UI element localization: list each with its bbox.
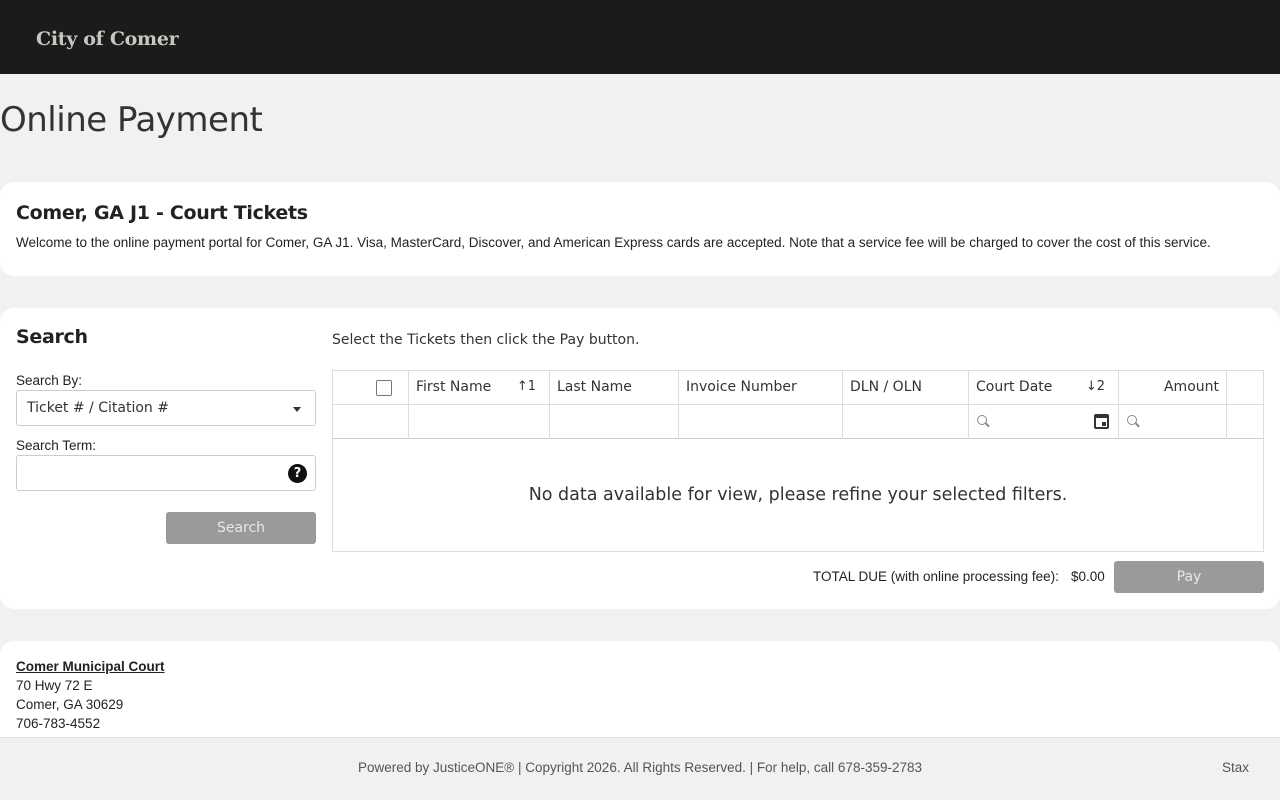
sort-asc-indicator: ↑1 bbox=[516, 379, 536, 394]
court-name-link[interactable]: Comer Municipal Court bbox=[16, 659, 165, 674]
filter-cell-select bbox=[333, 405, 409, 439]
search-by-select[interactable]: Ticket # / Citation # bbox=[16, 390, 316, 426]
intro-card: Comer, GA J1 - Court Tickets Welcome to … bbox=[0, 182, 1280, 276]
select-all-checkbox[interactable] bbox=[376, 380, 392, 396]
search-title: Search bbox=[16, 326, 88, 348]
column-label: Amount bbox=[1163, 379, 1219, 395]
top-bar: City of Comer bbox=[0, 0, 1280, 74]
tickets-grid: First Name ↑1 Last Name Invoice Number D… bbox=[332, 370, 1264, 552]
column-label: Court Date bbox=[976, 379, 1053, 395]
brand-logo-text[interactable]: City of Comer bbox=[36, 28, 179, 50]
search-by-label: Search By: bbox=[16, 373, 83, 388]
search-term-input[interactable]: ? bbox=[16, 455, 316, 491]
grid-filter-row bbox=[333, 405, 1263, 439]
column-header-spacer bbox=[1227, 371, 1263, 405]
payment-card: Search Search By: Ticket # / Citation # … bbox=[0, 308, 1280, 609]
page-title: Online Payment bbox=[0, 100, 263, 140]
footer: Powered by JusticeONE® | Copyright 2026.… bbox=[0, 737, 1280, 800]
intro-text: Welcome to the online payment portal for… bbox=[16, 235, 1211, 250]
search-icon bbox=[977, 415, 987, 425]
column-header-dln-oln[interactable]: DLN / OLN bbox=[843, 371, 969, 405]
filter-cell-spacer bbox=[1227, 405, 1263, 439]
total-due-value: $0.00 bbox=[1071, 569, 1105, 584]
column-label: DLN / OLN bbox=[850, 379, 922, 395]
column-label: Invoice Number bbox=[686, 379, 797, 395]
filter-amount[interactable] bbox=[1119, 405, 1227, 439]
court-address-line1: 70 Hwy 72 E bbox=[16, 678, 93, 693]
column-header-first-name[interactable]: First Name ↑1 bbox=[409, 371, 550, 405]
question-circle-icon[interactable]: ? bbox=[288, 464, 307, 483]
caret-down-icon bbox=[293, 407, 301, 412]
court-phone: 706-783-4552 bbox=[16, 716, 101, 731]
search-button[interactable]: Search bbox=[166, 512, 316, 544]
select-all-cell bbox=[333, 371, 409, 405]
empty-state-message: No data available for view, please refin… bbox=[528, 485, 1068, 505]
filter-invoice-number[interactable] bbox=[679, 405, 843, 439]
footer-text: Powered by JusticeONE® | Copyright 2026.… bbox=[358, 760, 922, 775]
sort-desc-indicator: ↓2 bbox=[1085, 379, 1105, 394]
calendar-icon[interactable] bbox=[1094, 414, 1109, 429]
column-header-amount[interactable]: Amount bbox=[1119, 371, 1227, 405]
search-by-value: Ticket # / Citation # bbox=[27, 400, 169, 416]
filter-dln-oln[interactable] bbox=[843, 405, 969, 439]
filter-first-name[interactable] bbox=[409, 405, 550, 439]
filter-court-date[interactable] bbox=[969, 405, 1119, 439]
court-address-line2: Comer, GA 30629 bbox=[16, 697, 124, 712]
grid-header-row: First Name ↑1 Last Name Invoice Number D… bbox=[333, 371, 1263, 405]
grid-instructions: Select the Tickets then click the Pay bu… bbox=[332, 332, 640, 348]
pay-button[interactable]: Pay bbox=[1114, 561, 1264, 593]
column-header-court-date[interactable]: Court Date ↓2 bbox=[969, 371, 1119, 405]
intro-title: Comer, GA J1 - Court Tickets bbox=[16, 202, 308, 224]
total-due-label: TOTAL DUE (with online processing fee): bbox=[813, 569, 1059, 584]
column-header-invoice-number[interactable]: Invoice Number bbox=[679, 371, 843, 405]
column-label: First Name bbox=[416, 379, 492, 395]
search-term-label: Search Term: bbox=[16, 438, 97, 453]
footer-stax-link[interactable]: Stax bbox=[1222, 760, 1249, 775]
filter-last-name[interactable] bbox=[550, 405, 679, 439]
search-icon bbox=[1127, 415, 1137, 425]
column-header-last-name[interactable]: Last Name bbox=[550, 371, 679, 405]
column-label: Last Name bbox=[557, 379, 632, 395]
